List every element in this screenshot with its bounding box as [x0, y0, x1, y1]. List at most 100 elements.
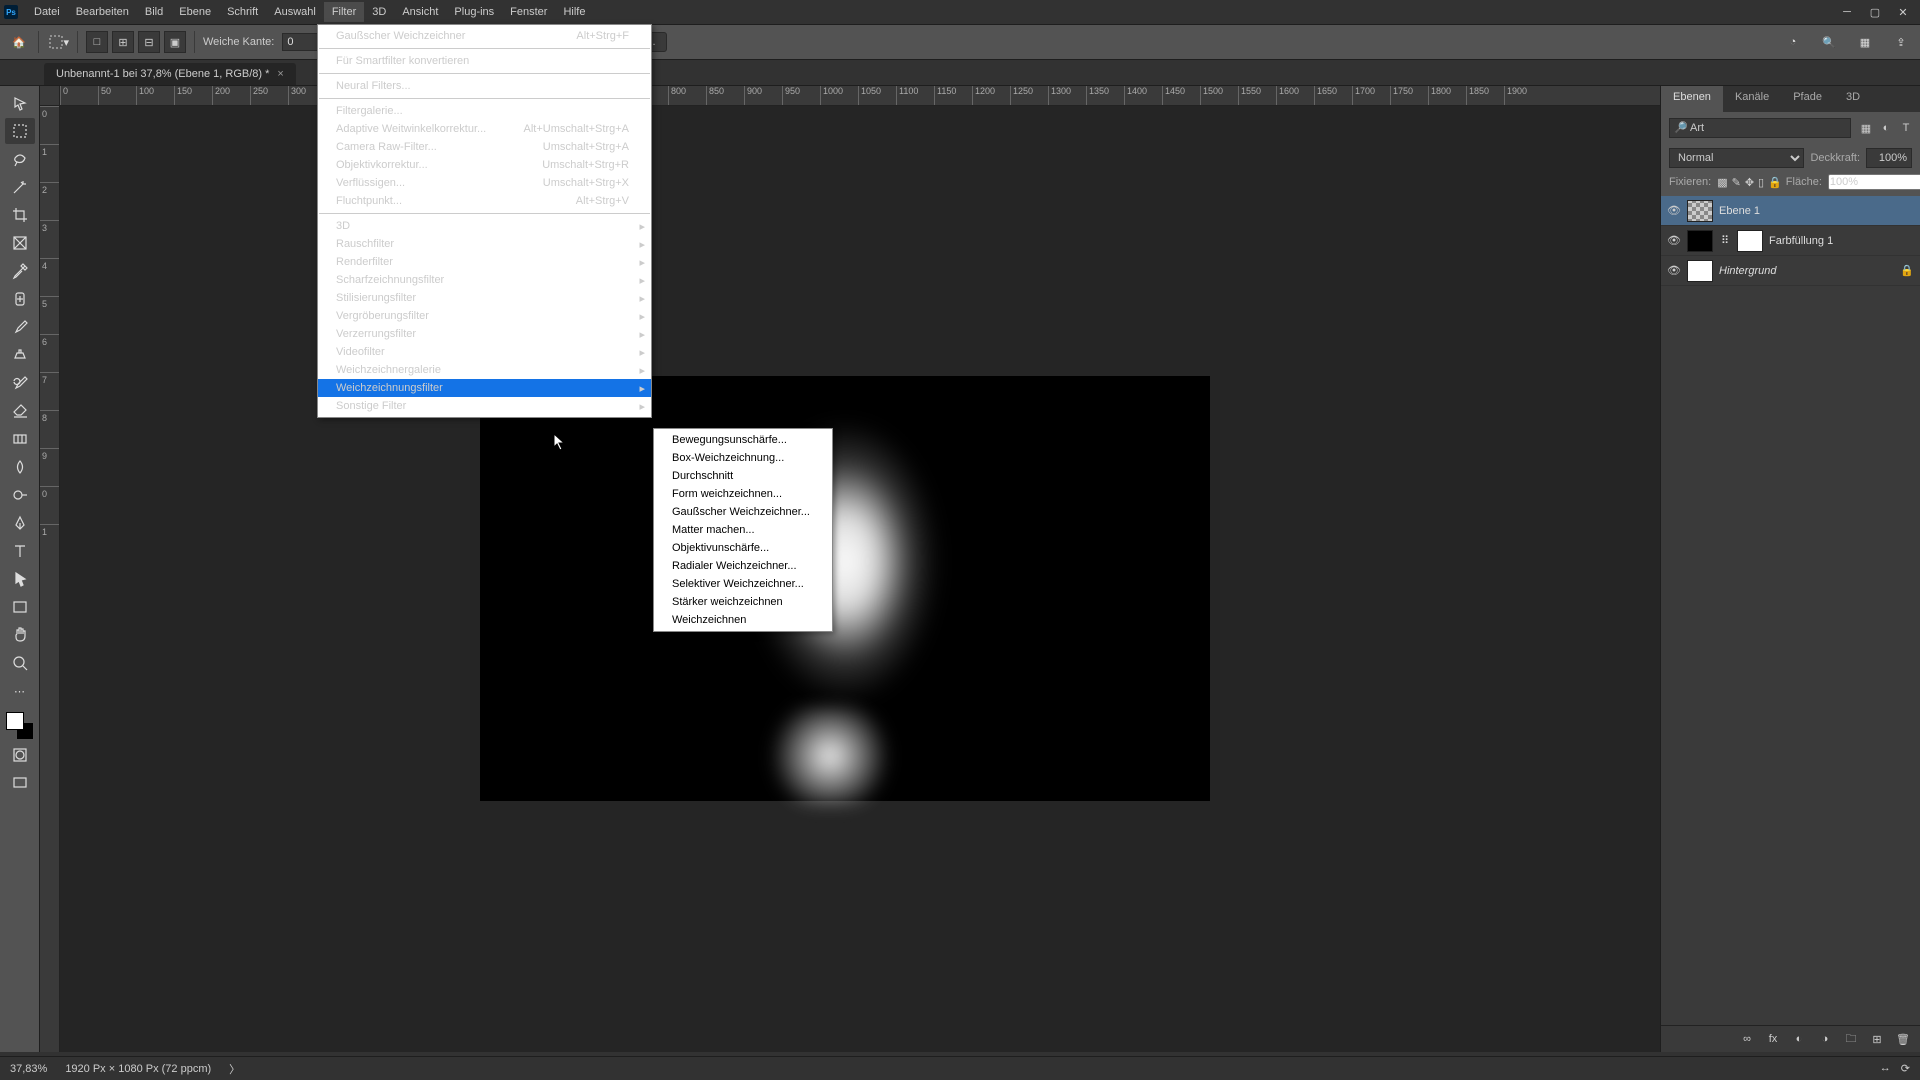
layer-thumbnail[interactable]	[1687, 230, 1713, 252]
menu-schrift[interactable]: Schrift	[219, 2, 266, 22]
marquee-tool-icon[interactable]	[5, 118, 35, 144]
menu-bild[interactable]: Bild	[137, 2, 171, 22]
crop-tool-icon[interactable]	[5, 202, 35, 228]
panel-tab-ebenen[interactable]: Ebenen	[1661, 86, 1723, 112]
selection-intersect-icon[interactable]: ▣	[164, 31, 186, 53]
selection-new-icon[interactable]: □	[86, 31, 108, 53]
submenu-item[interactable]: Objektivunschärfe...	[654, 539, 832, 557]
menu-item[interactable]: Stilisierungsfilter▸	[318, 289, 651, 307]
fill-input[interactable]	[1828, 174, 1920, 190]
lock-pixels-icon[interactable]: ✎	[1732, 174, 1741, 190]
submenu-item[interactable]: Bewegungsunschärfe...	[654, 431, 832, 449]
menu-item[interactable]: Weichzeichnungsfilter▸	[318, 379, 651, 397]
submenu-item[interactable]: Durchschnitt	[654, 467, 832, 485]
blend-mode-select[interactable]: Normal	[1669, 148, 1804, 168]
eraser-tool-icon[interactable]	[5, 398, 35, 424]
submenu-item[interactable]: Weichzeichnen	[654, 611, 832, 629]
zoom-tool-icon[interactable]	[5, 650, 35, 676]
menu-item[interactable]: Adaptive Weitwinkelkorrektur...Alt+Umsch…	[318, 120, 651, 138]
clone-stamp-tool-icon[interactable]	[5, 342, 35, 368]
submenu-item[interactable]: Radialer Weichzeichner...	[654, 557, 832, 575]
mask-link-icon[interactable]: ⠿	[1719, 234, 1731, 247]
blur-tool-icon[interactable]	[5, 454, 35, 480]
submenu-item[interactable]: Gaußscher Weichzeichner...	[654, 503, 832, 521]
menu-item[interactable]: Objektivkorrektur...Umschalt+Strg+R	[318, 156, 651, 174]
cloud-icon[interactable]: ◔	[1782, 31, 1804, 53]
selection-subtract-icon[interactable]: ⊟	[138, 31, 160, 53]
menu-plug-ins[interactable]: Plug-ins	[446, 2, 502, 22]
menu-item[interactable]: 3D▸	[318, 217, 651, 235]
rectangle-tool-icon[interactable]	[5, 594, 35, 620]
type-tool-icon[interactable]	[5, 538, 35, 564]
lock-all-icon[interactable]: 🔒	[1768, 174, 1782, 190]
link-layers-icon[interactable]: ∞	[1738, 1030, 1756, 1048]
close-icon[interactable]: ✕	[1896, 5, 1910, 19]
menu-item[interactable]: Für Smartfilter konvertieren	[318, 52, 651, 70]
menu-item[interactable]: Videofilter▸	[318, 343, 651, 361]
timeline-icon[interactable]: ↔	[1880, 1062, 1891, 1075]
quick-mask-icon[interactable]	[5, 742, 35, 768]
lock-artboard-icon[interactable]: ▯	[1758, 174, 1764, 190]
workspace-icon[interactable]: ▦	[1854, 31, 1876, 53]
pen-tool-icon[interactable]	[5, 510, 35, 536]
menu-ebene[interactable]: Ebene	[171, 2, 219, 22]
layer-mask-icon[interactable]: ◐	[1790, 1030, 1808, 1048]
filter-type-icon[interactable]: T	[1897, 119, 1915, 137]
submenu-item[interactable]: Matter machen...	[654, 521, 832, 539]
menu-item[interactable]: Neural Filters...	[318, 77, 651, 95]
selection-add-icon[interactable]: ⊞	[112, 31, 134, 53]
healing-brush-tool-icon[interactable]	[5, 286, 35, 312]
search-icon[interactable]: 🔍	[1818, 31, 1840, 53]
canvas[interactable]	[480, 376, 1210, 801]
layer-row[interactable]: 👁⠿Farbfüllung 1	[1661, 226, 1920, 256]
menu-ansicht[interactable]: Ansicht	[394, 2, 446, 22]
share-icon[interactable]: ⇪	[1890, 31, 1912, 53]
layer-filter-input[interactable]	[1669, 118, 1851, 138]
mask-thumbnail[interactable]	[1737, 230, 1763, 252]
panel-tab-3d[interactable]: 3D	[1834, 86, 1872, 112]
menu-item[interactable]: Camera Raw-Filter...Umschalt+Strg+A	[318, 138, 651, 156]
menu-item[interactable]: Sonstige Filter▸	[318, 397, 651, 415]
menu-bearbeiten[interactable]: Bearbeiten	[68, 2, 137, 22]
submenu-item[interactable]: Form weichzeichnen...	[654, 485, 832, 503]
menu-hilfe[interactable]: Hilfe	[555, 2, 593, 22]
new-layer-icon[interactable]: ⊞	[1868, 1030, 1886, 1048]
menu-item[interactable]: Scharfzeichnungsfilter▸	[318, 271, 651, 289]
submenu-item[interactable]: Stärker weichzeichnen	[654, 593, 832, 611]
visibility-icon[interactable]: 👁	[1667, 264, 1681, 277]
layer-name[interactable]: Ebene 1	[1719, 205, 1760, 217]
menu-item[interactable]: Rauschfilter▸	[318, 235, 651, 253]
layer-row[interactable]: 👁Hintergrund🔒	[1661, 256, 1920, 286]
opacity-input[interactable]	[1866, 148, 1912, 168]
menu-fenster[interactable]: Fenster	[502, 2, 555, 22]
menu-item[interactable]: Verflüssigen...Umschalt+Strg+X	[318, 174, 651, 192]
menu-item[interactable]: Verzerrungsfilter▸	[318, 325, 651, 343]
move-tool-icon[interactable]	[5, 90, 35, 116]
lock-transparent-icon[interactable]: ▩	[1717, 174, 1727, 190]
filter-adjust-icon[interactable]: ◐	[1877, 119, 1895, 137]
adjustment-layer-icon[interactable]: ◑	[1816, 1030, 1834, 1048]
delete-layer-icon[interactable]: 🗑	[1894, 1030, 1912, 1048]
hand-tool-icon[interactable]	[5, 622, 35, 648]
brush-tool-icon[interactable]	[5, 314, 35, 340]
close-tab-icon[interactable]: ×	[277, 68, 283, 80]
ruler-horizontal[interactable]: 0501001502002503003504004505005506006507…	[60, 86, 1660, 106]
menu-item[interactable]: Weichzeichnergalerie▸	[318, 361, 651, 379]
filter-pixel-icon[interactable]: ▦	[1857, 119, 1875, 137]
zoom-level[interactable]: 37,83%	[10, 1063, 47, 1075]
layer-row[interactable]: 👁Ebene 1	[1661, 196, 1920, 226]
ruler-vertical[interactable]: 012345678901	[40, 106, 60, 1052]
sync-icon[interactable]: ⟳	[1901, 1062, 1910, 1075]
color-swatch[interactable]	[6, 712, 34, 740]
menu-datei[interactable]: Datei	[26, 2, 68, 22]
layer-group-icon[interactable]: 🗀	[1842, 1030, 1860, 1048]
layer-thumbnail[interactable]	[1687, 200, 1713, 222]
lock-position-icon[interactable]: ✥	[1745, 174, 1754, 190]
menu-item[interactable]: Vergröberungsfilter▸	[318, 307, 651, 325]
panel-tab-pfade[interactable]: Pfade	[1781, 86, 1834, 112]
ruler-origin[interactable]	[40, 86, 60, 106]
layer-fx-icon[interactable]: fx	[1764, 1030, 1782, 1048]
menu-item[interactable]: Renderfilter▸	[318, 253, 651, 271]
panel-tab-kanäle[interactable]: Kanäle	[1723, 86, 1781, 112]
tool-preset-icon[interactable]: ▾	[47, 31, 69, 53]
